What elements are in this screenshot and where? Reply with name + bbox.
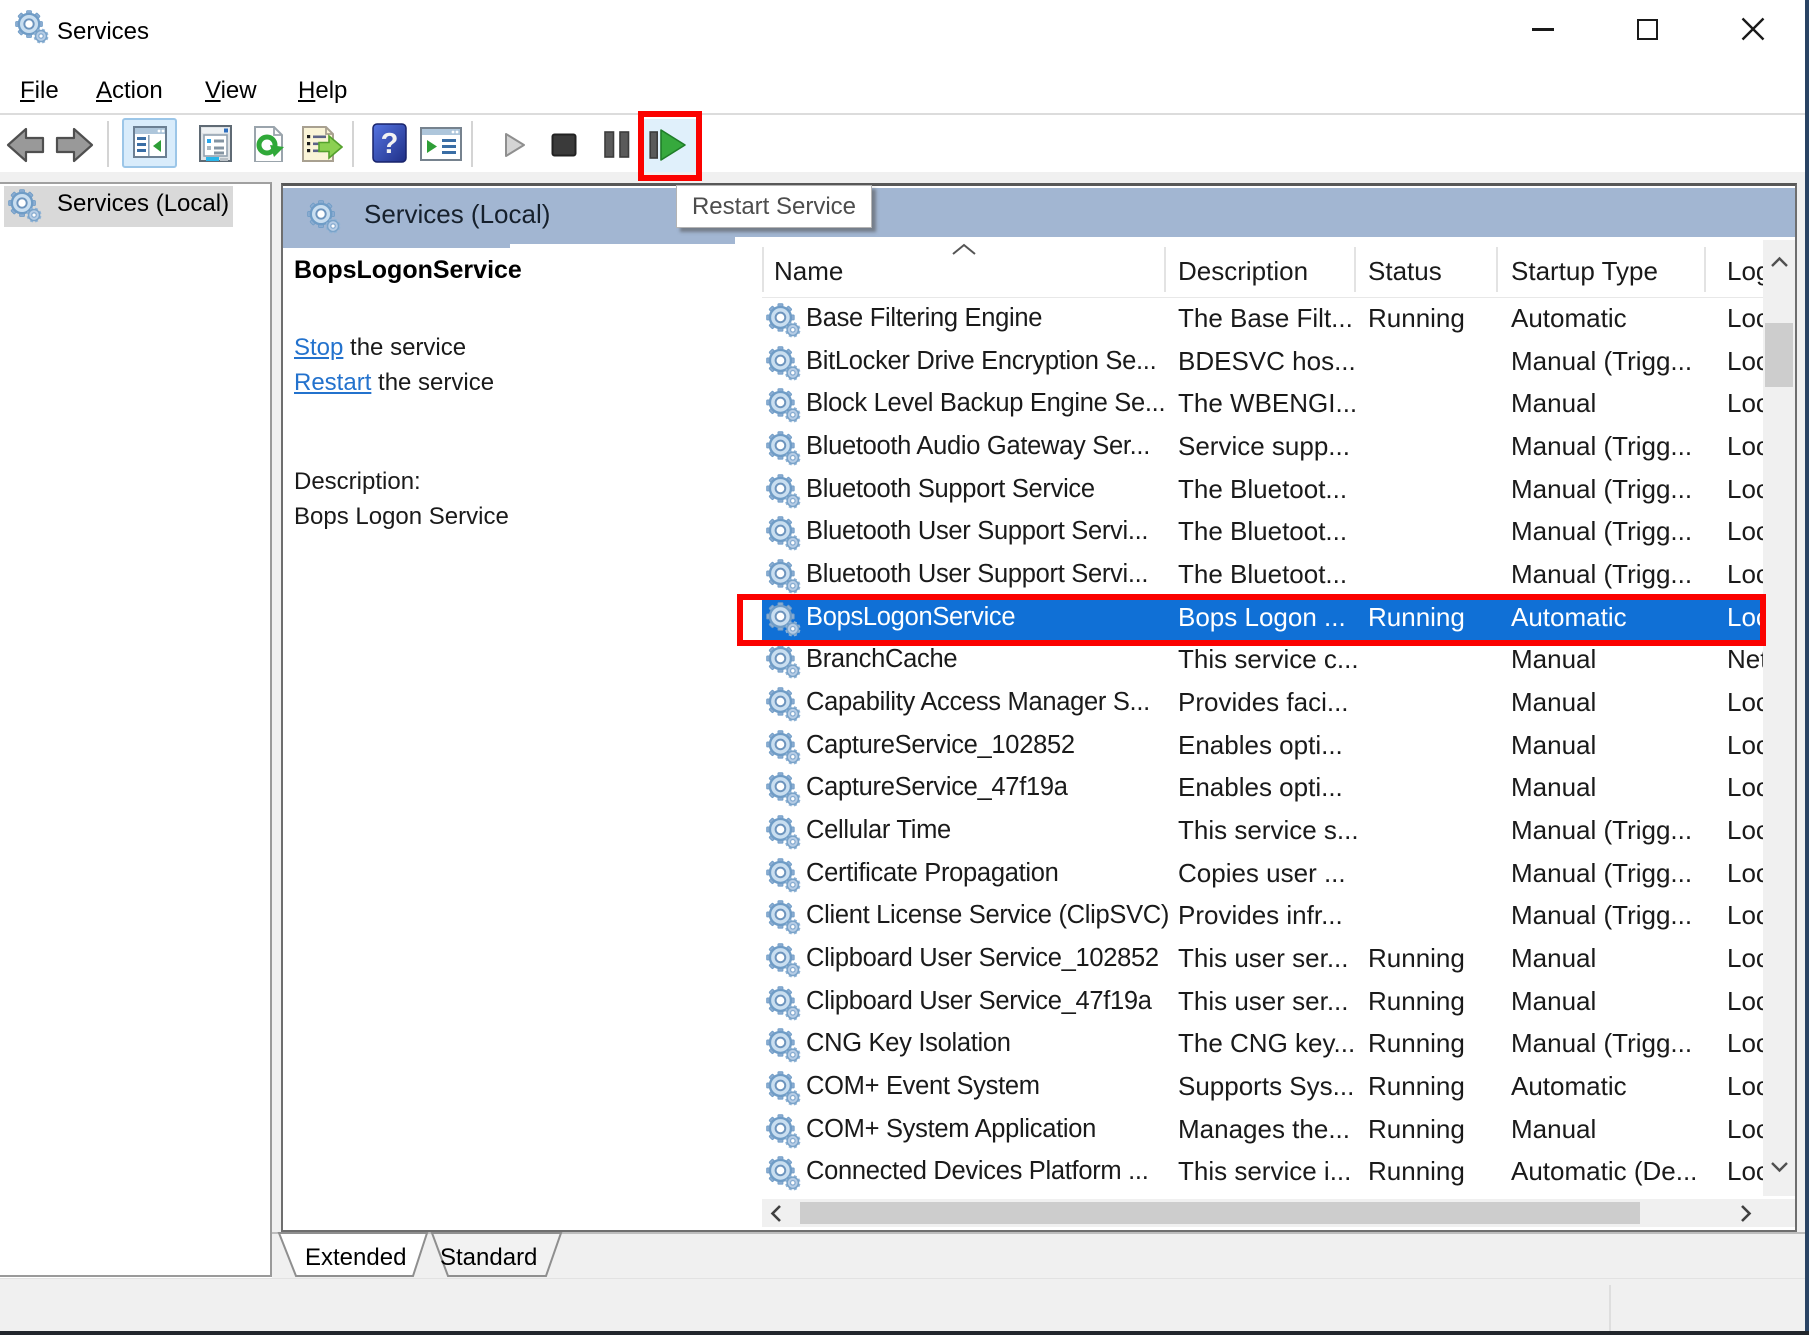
svg-text:Extended: Extended (305, 1244, 406, 1271)
svg-text:Standard: Standard (440, 1244, 537, 1271)
svg-text:?: ? (381, 128, 399, 160)
